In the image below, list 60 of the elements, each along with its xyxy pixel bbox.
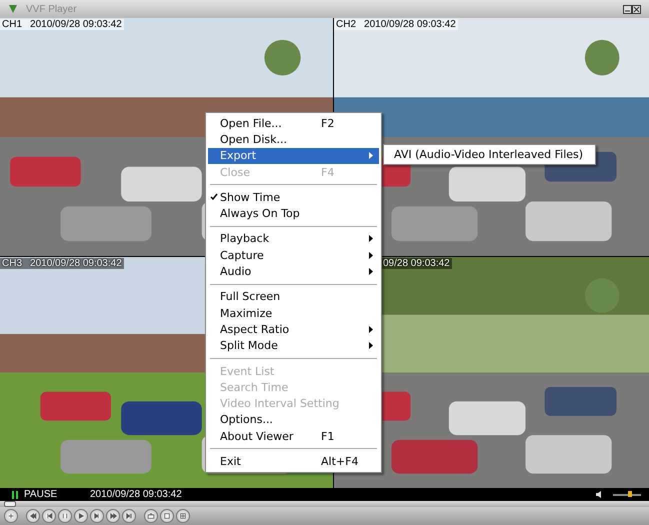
menu-item[interactable]: Maximize <box>208 304 379 322</box>
menu-item[interactable]: Capture <box>208 247 379 264</box>
menu-item[interactable]: Open File... F2 <box>208 115 379 132</box>
play-icon <box>77 512 85 520</box>
volume-thumb[interactable] <box>628 490 632 496</box>
channel-timestamp: 09/28 09:03:42 <box>383 258 450 269</box>
menu-item[interactable]: Full Screen <box>208 288 379 305</box>
menu-item[interactable]: Playback <box>208 230 379 248</box>
channel-timestamp: 2010/09/28 09:03:42 <box>30 19 122 30</box>
menu-item[interactable]: Export <box>208 148 379 164</box>
seek-thumb[interactable] <box>4 501 16 507</box>
menu-item[interactable]: Show Time <box>208 189 379 206</box>
menu-item[interactable]: Aspect Ratio <box>208 321 379 338</box>
pause-icon <box>12 490 18 498</box>
quad-view-button[interactable] <box>176 509 190 523</box>
channel-timestamp: 2010/09/28 09:03:42 <box>364 19 456 30</box>
menu-item[interactable]: Options... <box>208 412 379 428</box>
pause-button[interactable] <box>58 509 72 523</box>
submenu-arrow-icon <box>369 152 373 160</box>
menu-item[interactable]: Open Disk... <box>208 131 379 148</box>
previous-button[interactable] <box>42 509 56 523</box>
pause-icon <box>61 512 69 520</box>
fast-forward-icon <box>109 512 117 520</box>
fast-forward-button[interactable] <box>106 509 120 523</box>
menu-item[interactable]: Audio <box>208 263 379 280</box>
window-title: VVF Player <box>26 4 78 14</box>
app-logo-icon <box>8 4 18 14</box>
previous-icon <box>45 512 53 520</box>
menu-item[interactable]: About Viewer F1 <box>208 428 379 444</box>
submenu-arrow-icon <box>369 326 373 333</box>
menu-item[interactable]: Split Mode <box>208 338 379 354</box>
camera-icon <box>147 512 155 520</box>
menu-item[interactable]: Always On Top <box>208 205 379 222</box>
export-submenu[interactable]: AVI (Audio-Video Interleaved Files) <box>383 144 596 165</box>
volume-icon <box>596 491 603 498</box>
crosshair-icon <box>7 512 15 520</box>
rewind-button[interactable] <box>26 509 40 523</box>
square-icon <box>163 512 171 520</box>
playback-state: PAUSE <box>24 489 58 500</box>
rewind-icon <box>29 512 37 520</box>
submenu-arrow-icon <box>369 235 373 242</box>
single-view-button[interactable] <box>160 509 174 523</box>
submenu-arrow-icon <box>369 342 373 350</box>
step-icon <box>93 512 101 520</box>
menu-item[interactable]: Exit Alt+F4 <box>208 453 379 470</box>
next-button[interactable] <box>122 509 136 523</box>
next-icon <box>125 512 133 520</box>
status-timestamp: 2010/09/28 09:03:42 <box>90 489 182 500</box>
submenu-arrow-icon <box>369 252 373 259</box>
grid-icon <box>179 512 187 520</box>
channel-label: CH1 <box>2 19 22 30</box>
snapshot-button[interactable] <box>144 509 158 523</box>
capture-button[interactable] <box>4 509 18 523</box>
channel-label: CH3 <box>2 258 22 269</box>
channel-timestamp: 2010/09/28 09:03:42 <box>30 258 122 269</box>
step-button[interactable] <box>90 509 104 523</box>
window-controls-icon[interactable] <box>623 4 641 14</box>
channel-label: CH2 <box>336 19 356 30</box>
play-button[interactable] <box>74 509 88 523</box>
submenu-arrow-icon <box>369 268 373 276</box>
